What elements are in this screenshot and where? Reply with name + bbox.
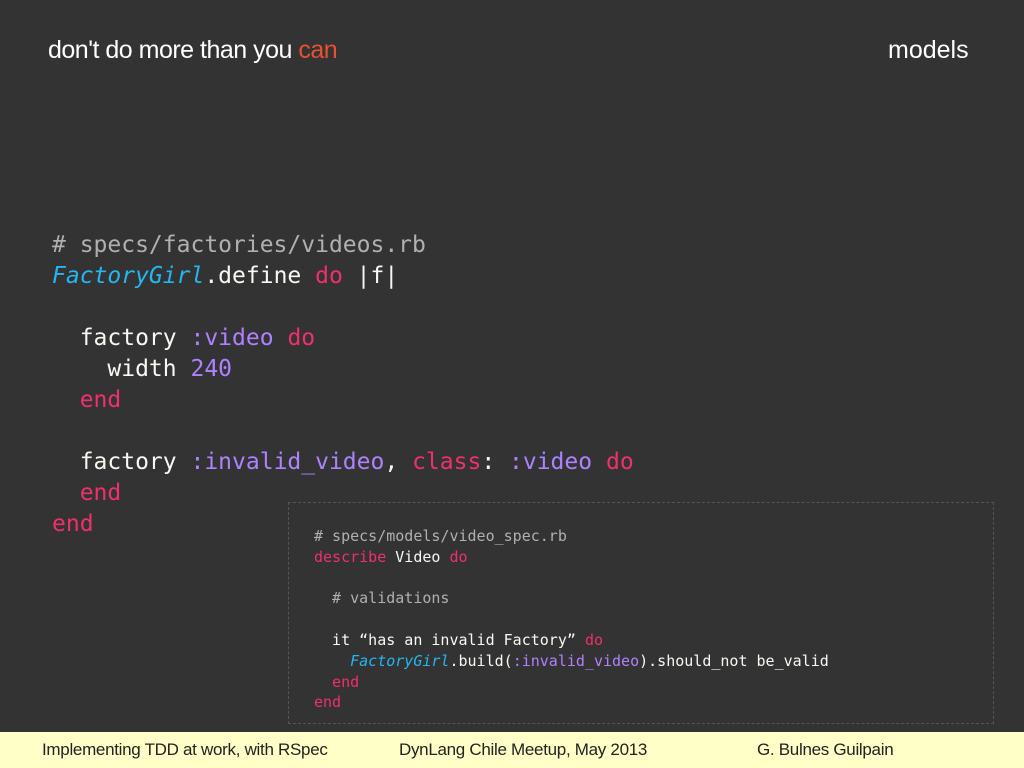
slide-title-accent: can — [298, 36, 338, 64]
code-token: end — [314, 693, 342, 712]
footer-author: G. Bulnes Guilpain — [757, 740, 894, 759]
code-token: |f| — [342, 263, 399, 289]
footer-talk-title: Implementing TDD at work, with RSpec — [42, 740, 328, 759]
code-token: do — [315, 263, 343, 289]
code-token: end — [52, 511, 94, 537]
code-token: width — [52, 356, 191, 382]
code-token: # specs/models/video_spec.rb — [314, 527, 567, 545]
code-token: do — [449, 547, 468, 566]
code-token: class — [412, 449, 482, 475]
code-token: :video — [190, 325, 274, 351]
spec-code-line: # specs/models/video_spec.rb — [314, 526, 829, 547]
factory-code-line: factory :video do — [52, 323, 634, 354]
code-token: :invalid_video — [190, 449, 385, 475]
factory-code-line: FactoryGirl.define do |f| — [52, 261, 634, 292]
code-token: end — [52, 387, 122, 413]
code-token: factory — [52, 325, 191, 351]
slide-title-prefix: don't do more than you — [48, 36, 299, 64]
code-token: do — [287, 325, 316, 351]
code-token: do — [605, 449, 634, 475]
code-token: describe — [314, 547, 387, 566]
code-token: FactoryGirl — [350, 651, 450, 670]
code-token: :video — [509, 449, 593, 475]
code-token: .define — [204, 263, 316, 289]
code-token: do — [584, 630, 603, 649]
code-token: : — [481, 449, 510, 475]
slide-title: don't do more than you can — [48, 36, 338, 65]
spec-code-line: describe Video do — [314, 547, 829, 568]
code-token: end — [314, 672, 360, 691]
factory-code-line — [52, 292, 634, 323]
factory-code-line — [52, 416, 634, 447]
code-token: # specs/factories/videos.rb — [52, 232, 426, 258]
code-token: .build( — [449, 651, 513, 670]
spec-code-line: end — [314, 672, 829, 693]
code-token: end — [52, 480, 122, 506]
footer-event: DynLang Chile Meetup, May 2013 — [399, 740, 648, 759]
spec-code-line: # validations — [314, 588, 829, 609]
spec-code-block: # specs/models/video_spec.rb describe Vid… — [314, 526, 829, 713]
factory-code-line: # specs/factories/videos.rb — [52, 230, 634, 261]
section-label: models — [888, 36, 969, 64]
code-token: , — [384, 449, 413, 475]
code-token: FactoryGirl — [52, 263, 205, 289]
spec-code-line: it “has an invalid Factory” do — [314, 630, 829, 651]
factory-code-line: factory :invalid_video, class: :video do — [52, 447, 634, 478]
code-token: 240 — [190, 356, 233, 382]
factory-code-line: width 240 — [52, 354, 634, 385]
spec-code-line: FactoryGirl.build(:invalid_video).should… — [314, 651, 829, 672]
code-token: ).should_not be_valid — [639, 651, 829, 670]
spec-code-line — [314, 609, 829, 630]
factory-code-block: # specs/factories/videos.rb FactoryGirl.d… — [52, 230, 634, 540]
code-token: # validations — [314, 589, 450, 608]
code-token: factory — [52, 449, 191, 475]
code-token: Video — [386, 547, 450, 566]
slide: don't do more than you can models # spec… — [0, 0, 1024, 768]
code-token: it “has an invalid Factory” — [314, 630, 585, 649]
code-token: :invalid_video — [512, 651, 640, 670]
footer-bar: Implementing TDD at work, with RSpec Dyn… — [0, 732, 1024, 768]
spec-code-line: end — [314, 692, 829, 713]
spec-code-line — [314, 568, 829, 589]
factory-code-line: end — [52, 385, 634, 416]
